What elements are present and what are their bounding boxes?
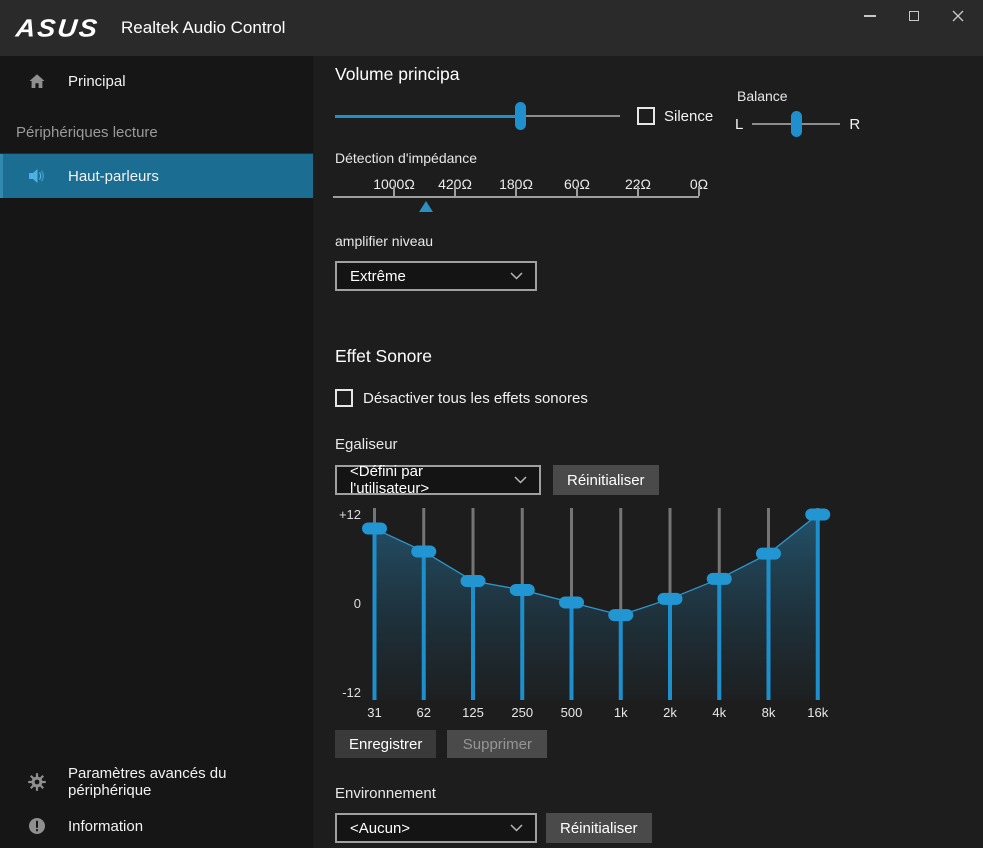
eq-y-label: -12 — [342, 685, 361, 700]
eq-x-label-8k: 8k — [762, 705, 776, 720]
app-window: ASUS Realtek Audio Control Principal Pér… — [0, 0, 983, 848]
eq-thumb-500[interactable] — [559, 597, 584, 609]
volume-fill — [335, 115, 520, 118]
impedance-tick-mark — [393, 186, 395, 196]
eq-thumb-1k[interactable] — [608, 609, 633, 621]
volume-slider[interactable] — [335, 102, 620, 130]
sidebar-section-label: Périphériques lecture — [0, 124, 313, 154]
silence-row: Silence — [637, 107, 713, 125]
impedance-label: Détection d'impédance — [335, 150, 477, 166]
equalizer-reset-button[interactable]: Réinitialiser — [553, 465, 659, 495]
eq-x-label-1k: 1k — [614, 705, 628, 720]
eq-x-label-62: 62 — [417, 705, 431, 720]
eq-thumb-125[interactable] — [461, 575, 486, 587]
impedance-indicator-icon — [419, 201, 433, 212]
impedance-tick-mark — [454, 186, 456, 196]
impedance-scale: 1000Ω420Ω180Ω60Ω22Ω0Ω — [333, 176, 699, 218]
save-button[interactable]: Enregistrer — [335, 730, 436, 758]
minimize-icon — [864, 15, 876, 17]
delete-button[interactable]: Supprimer — [447, 730, 547, 758]
balance-left-label: L — [735, 116, 743, 133]
close-icon — [952, 10, 964, 22]
sidebar-item-label: Information — [68, 818, 143, 835]
maximize-icon — [909, 11, 919, 21]
balance-label: Balance — [737, 88, 875, 104]
environment-controls-row: <Aucun> Réinitialiser — [335, 813, 652, 843]
window-controls — [855, 5, 973, 27]
impedance-tick-mark — [515, 186, 517, 196]
sidebar-footer: Paramètres avancés du périphérique Infor… — [0, 760, 313, 848]
amplifier-label: amplifier niveau — [335, 233, 433, 249]
volume-thumb[interactable] — [515, 102, 526, 130]
app-title: Realtek Audio Control — [121, 18, 285, 38]
eq-thumb-4k[interactable] — [707, 573, 732, 585]
amplifier-select[interactable]: Extrême — [335, 261, 537, 291]
eq-x-label-2k: 2k — [663, 705, 677, 720]
balance-slider[interactable] — [752, 110, 840, 138]
close-button[interactable] — [943, 5, 973, 27]
volume-title: Volume principa — [335, 64, 460, 85]
sound-effect-title: Effet Sonore — [335, 346, 432, 367]
sidebar-item-information[interactable]: Information — [0, 804, 313, 848]
home-icon — [27, 71, 47, 91]
disable-effects-row: Désactiver tous les effets sonores — [335, 389, 588, 407]
impedance-tick-mark — [576, 186, 578, 196]
sidebar-item-label: Haut-parleurs — [68, 168, 159, 185]
eq-y-label: 0 — [354, 596, 361, 611]
chevron-down-icon — [510, 824, 523, 832]
equalizer-preset-select[interactable]: <Défini par l'utilisateur> — [335, 465, 541, 495]
gear-icon — [27, 772, 47, 792]
sidebar-item-advanced-settings[interactable]: Paramètres avancés du périphérique — [0, 760, 313, 804]
eq-area-fill — [375, 514, 818, 700]
eq-x-label-250: 250 — [511, 705, 533, 720]
info-icon — [27, 816, 47, 836]
chevron-down-icon — [514, 476, 527, 484]
equalizer-controls-row: <Défini par l'utilisateur> Réinitialiser — [335, 465, 659, 495]
equalizer-preset-value: <Défini par l'utilisateur> — [350, 463, 504, 497]
balance-thumb[interactable] — [791, 111, 802, 137]
eq-x-label-4k: 4k — [712, 705, 726, 720]
equalizer-chart: +12 0 -12 31 62 125 250 500 1k 2k 4k 8k 16k — [335, 505, 870, 727]
eq-thumb-16k[interactable] — [805, 508, 830, 520]
balance-group: Balance L R — [735, 88, 875, 138]
silence-checkbox[interactable] — [637, 107, 655, 125]
main-content: Volume principa Silence Balance L R Déte… — [313, 56, 983, 848]
sidebar-item-label: Paramètres avancés du périphérique — [68, 765, 313, 799]
chevron-down-icon — [510, 272, 523, 280]
environment-select[interactable]: <Aucun> — [335, 813, 537, 843]
titlebar: ASUS Realtek Audio Control — [0, 0, 983, 56]
eq-y-label: +12 — [339, 507, 361, 522]
equalizer-label: Egaliseur — [335, 436, 398, 453]
minimize-button[interactable] — [855, 5, 885, 27]
asus-logo: ASUS — [15, 14, 101, 43]
maximize-button[interactable] — [899, 5, 929, 27]
environment-selected-value: <Aucun> — [350, 820, 410, 837]
sidebar-item-haut-parleurs[interactable]: Haut-parleurs — [0, 154, 313, 198]
environment-reset-button[interactable]: Réinitialiser — [546, 813, 652, 843]
sidebar: Principal Périphériques lecture Haut-par… — [0, 56, 313, 848]
impedance-tick-mark — [698, 186, 700, 196]
balance-right-label: R — [849, 116, 860, 133]
eq-thumb-62[interactable] — [411, 545, 436, 557]
eq-x-label-500: 500 — [561, 705, 583, 720]
eq-x-label-125: 125 — [462, 705, 484, 720]
eq-thumb-31[interactable] — [362, 523, 387, 535]
equalizer-save-row: Enregistrer Supprimer — [335, 730, 547, 758]
disable-effects-label: Désactiver tous les effets sonores — [363, 390, 588, 407]
sidebar-item-principal[interactable]: Principal — [0, 56, 313, 100]
eq-x-label-31: 31 — [367, 705, 381, 720]
impedance-tick-mark — [637, 186, 639, 196]
disable-effects-checkbox[interactable] — [335, 389, 353, 407]
eq-thumb-8k[interactable] — [756, 548, 781, 560]
equalizer-chart-svg: +12 0 -12 31 62 125 250 500 1k 2k 4k 8k 16k — [335, 505, 870, 727]
impedance-baseline — [333, 196, 699, 198]
silence-label: Silence — [664, 108, 713, 125]
amplifier-selected-value: Extrême — [350, 268, 406, 285]
eq-thumb-250[interactable] — [510, 584, 535, 596]
eq-thumb-2k[interactable] — [658, 593, 683, 605]
environment-label: Environnement — [335, 785, 436, 802]
sidebar-item-label: Principal — [68, 73, 126, 90]
speaker-icon — [27, 166, 47, 186]
eq-x-label-16k: 16k — [807, 705, 828, 720]
